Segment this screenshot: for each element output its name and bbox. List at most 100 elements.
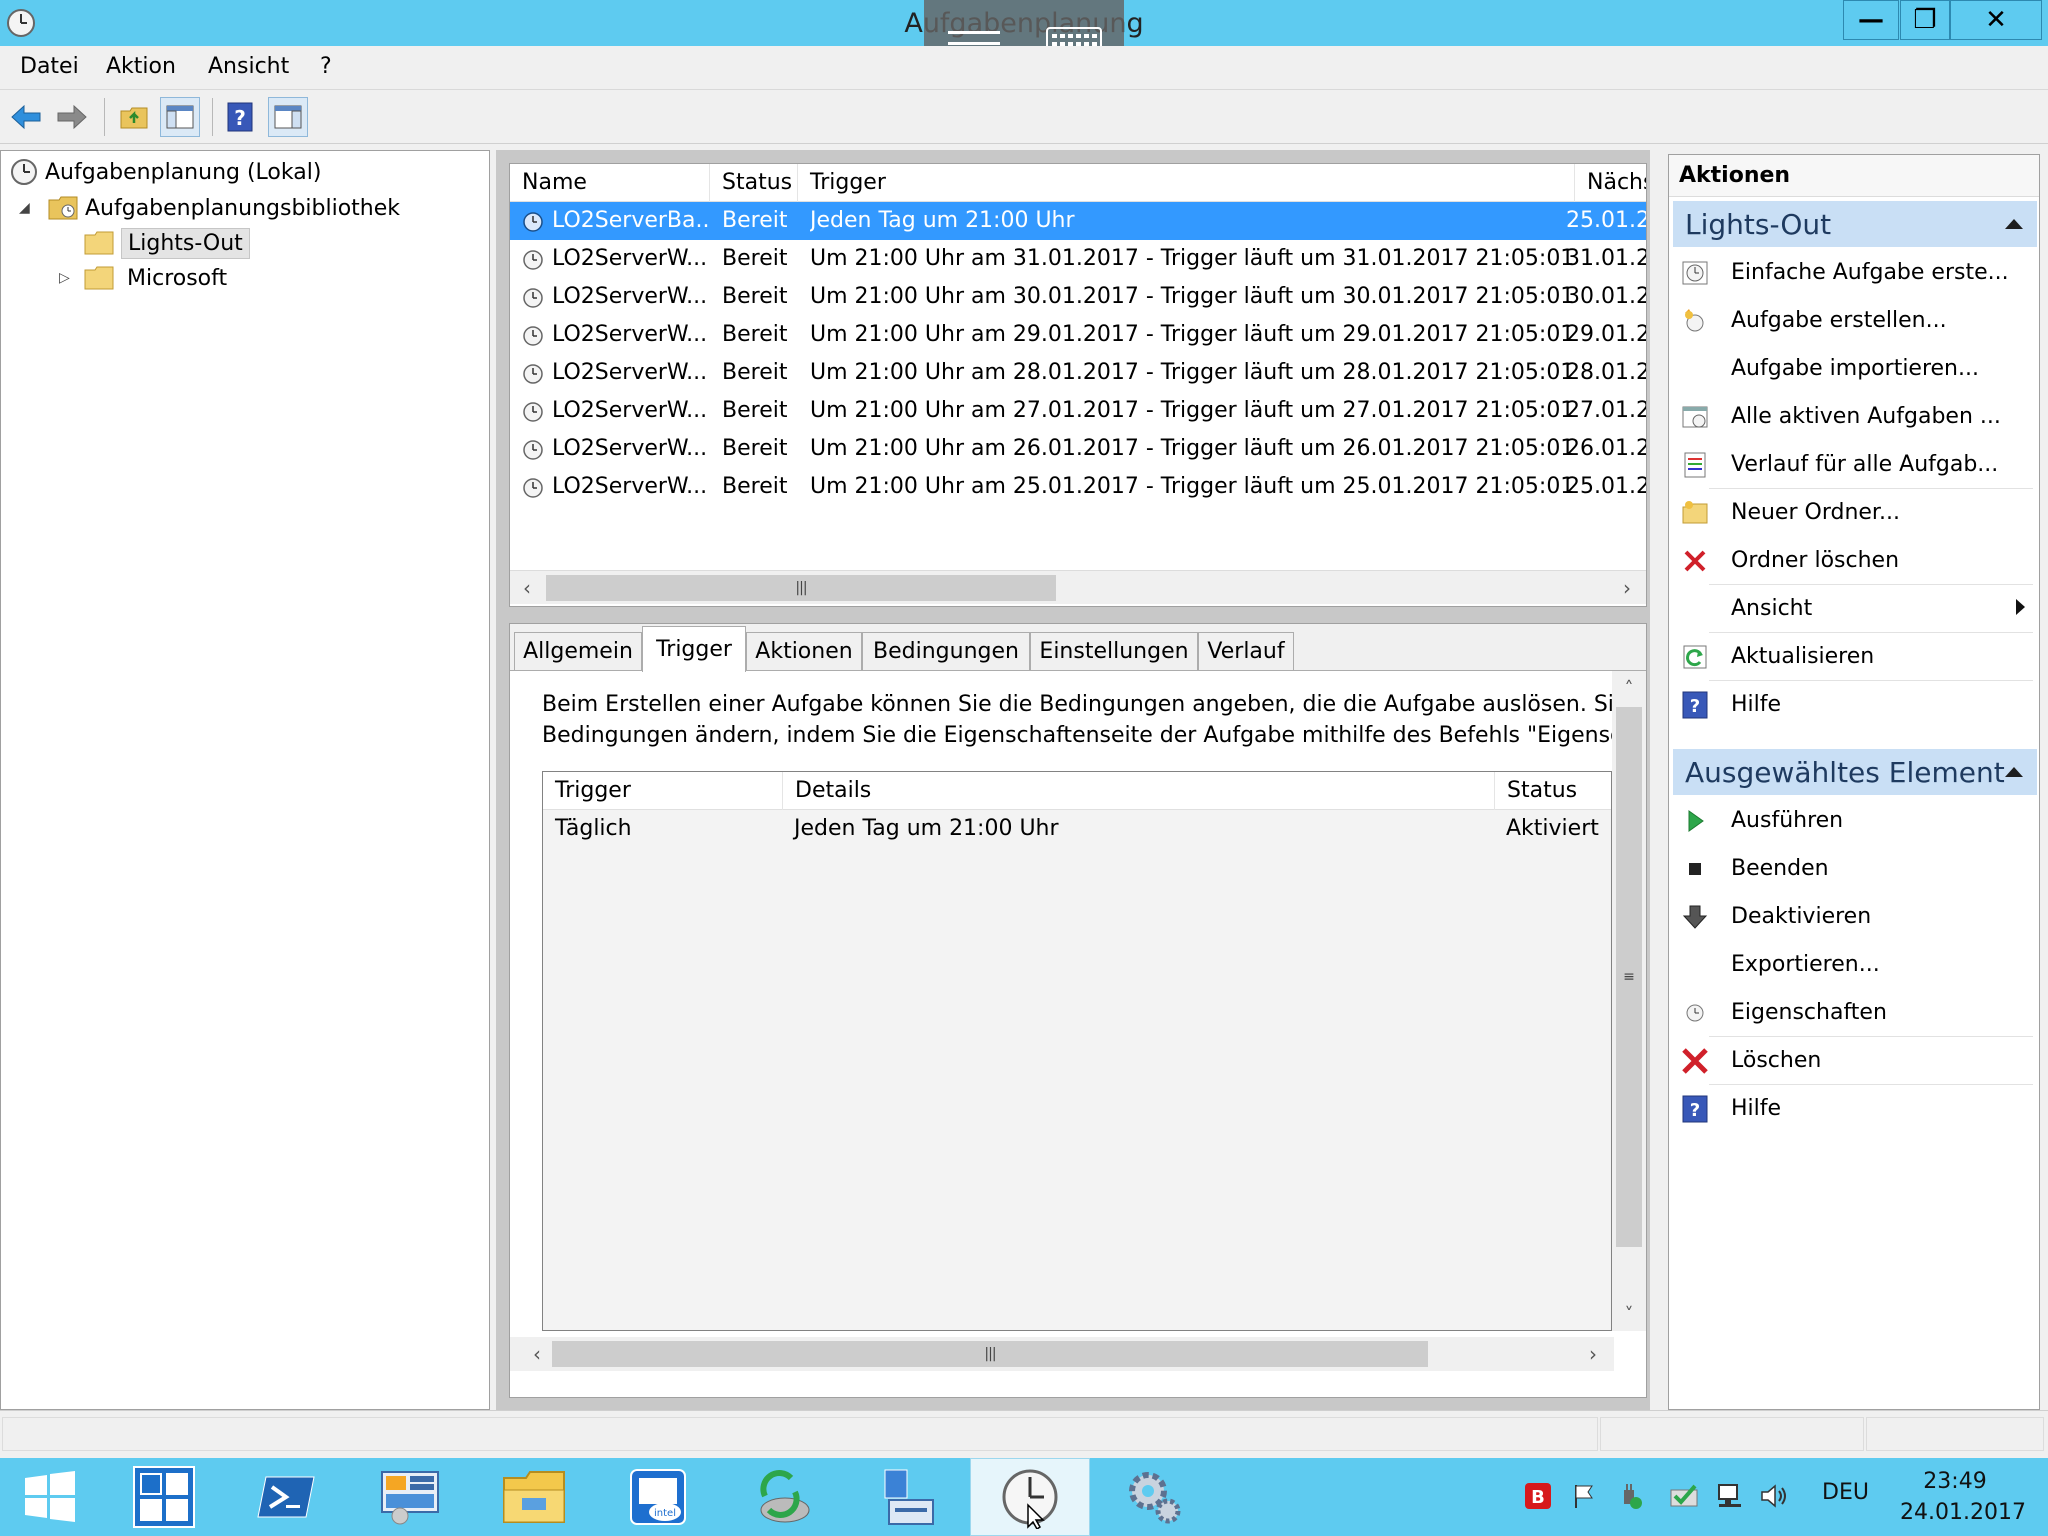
tab-bedingungen[interactable]: Bedingungen	[862, 632, 1030, 670]
scroll-thumb[interactable]: |||	[546, 575, 1056, 601]
column-header-trigger[interactable]: Trigger	[543, 772, 783, 810]
taskbar-clock[interactable]: 23:49 24.01.2017	[1900, 1466, 2026, 1528]
section-selected-element[interactable]: Ausgewähltes Element	[1673, 749, 2037, 795]
maximize-button[interactable]: ❐	[1900, 0, 1950, 40]
taskbar-task-scheduler[interactable]	[970, 1458, 1090, 1536]
menu-datei[interactable]: Datei	[20, 54, 79, 79]
actions-pane: Aktionen Lights-Out Einfache Aufgabe ers…	[1668, 154, 2040, 1410]
task-row[interactable]: LO2ServerW... Bereit Um 21:00 Uhr am 30.01…	[510, 278, 1646, 316]
task-next-run: 25.01.20	[1566, 208, 1646, 233]
tray-network[interactable]	[1714, 1480, 1746, 1512]
up-folder-button[interactable]	[114, 97, 154, 137]
column-header-details[interactable]: Details	[783, 772, 1495, 810]
action-label: Löschen	[1731, 1048, 1822, 1073]
task-row[interactable]: LO2ServerW... Bereit Um 21:00 Uhr am 31.01…	[510, 240, 1646, 278]
action-hilfe[interactable]: ? Hilfe	[1673, 681, 2037, 729]
tray-power[interactable]	[1614, 1480, 1646, 1512]
action-ansicht[interactable]: Ansicht	[1673, 585, 2037, 633]
stop-icon	[1681, 855, 1709, 883]
action-verlauf-für-alle-aufgab[interactable]: Verlauf für alle Aufgab...	[1673, 441, 2037, 489]
tree-item-library[interactable]: ◢ Aufgabenplanungsbibliothek	[19, 191, 406, 225]
section-lights-out[interactable]: Lights-Out	[1673, 201, 2037, 247]
scroll-left-icon[interactable]: ‹	[510, 571, 544, 605]
detail-vscrollbar[interactable]: ˄ ≡ ˅	[1612, 671, 1646, 1331]
detail-hscrollbar[interactable]: ‹ ||| ›	[510, 1337, 1614, 1371]
tab-einstellungen[interactable]: Einstellungen	[1030, 632, 1198, 670]
action-neuer-ordner[interactable]: Neuer Ordner...	[1673, 489, 2037, 537]
action-einfache-aufgabe-erste[interactable]: Einfache Aufgabe erste...	[1673, 249, 2037, 297]
minimize-button[interactable]: —	[1843, 0, 1899, 40]
action-exportieren[interactable]: Exportieren...	[1673, 941, 2037, 989]
action-aufgabe-importieren[interactable]: Aufgabe importieren...	[1673, 345, 2037, 393]
column-header-next-run[interactable]: Nächste	[1575, 164, 1646, 202]
task-list: Name Status Trigger Nächste LO2ServerBa.…	[509, 163, 1647, 607]
taskbar-services[interactable]	[1094, 1458, 1214, 1536]
back-button[interactable]	[6, 97, 46, 137]
taskbar-control-panel[interactable]	[350, 1458, 470, 1536]
action-hilfe[interactable]: ? Hilfe	[1673, 1085, 2037, 1133]
action-ausführen[interactable]: Ausführen	[1673, 797, 2037, 845]
scroll-down-icon[interactable]: ˅	[1612, 1297, 1646, 1331]
action-aktualisieren[interactable]: Aktualisieren	[1673, 633, 2037, 681]
input-language[interactable]: DEU	[1822, 1480, 1869, 1505]
close-button[interactable]: ✕	[1950, 0, 2042, 40]
action-ordner-löschen[interactable]: Ordner löschen	[1673, 537, 2037, 585]
tree-item-root[interactable]: Aufgabenplanung (Lokal)	[9, 155, 327, 189]
scroll-thumb[interactable]: |||	[552, 1341, 1428, 1367]
scroll-up-icon[interactable]: ˄	[1612, 671, 1646, 705]
taskbar-network-app[interactable]	[846, 1458, 966, 1536]
task-next-run: 31.01.20	[1566, 246, 1646, 271]
action-alle-aktiven-aufgaben[interactable]: Alle aktiven Aufgaben ...	[1673, 393, 2037, 441]
tab-trigger[interactable]: Trigger	[642, 626, 746, 672]
tab-verlauf[interactable]: Verlauf	[1198, 632, 1294, 670]
help-toolbar-button[interactable]: ?	[220, 97, 260, 137]
task-row[interactable]: LO2ServerW... Bereit Um 21:00 Uhr am 27.01…	[510, 392, 1646, 430]
taskbar-intel-app[interactable]: intel	[598, 1458, 718, 1536]
taskbar-file-explorer[interactable]	[474, 1458, 594, 1536]
column-header-name[interactable]: Name	[510, 164, 710, 202]
tab-allgemein[interactable]: Allgemein	[514, 632, 642, 670]
scroll-left-icon[interactable]: ‹	[520, 1337, 554, 1371]
tray-antivirus[interactable]: B	[1522, 1480, 1554, 1512]
task-row[interactable]: LO2ServerW... Bereit Um 21:00 Uhr am 26.01…	[510, 430, 1646, 468]
task-row[interactable]: LO2ServerW... Bereit Um 21:00 Uhr am 28.01…	[510, 354, 1646, 392]
action-label: Alle aktiven Aufgaben ...	[1731, 404, 2001, 429]
new-folder-icon	[1681, 499, 1709, 527]
task-row[interactable]: LO2ServerW... Bereit Um 21:00 Uhr am 25.01…	[510, 468, 1646, 506]
tab-aktionen[interactable]: Aktionen	[746, 632, 862, 670]
menu-ansicht[interactable]: Ansicht	[208, 54, 289, 79]
task-row[interactable]: LO2ServerW... Bereit Um 21:00 Uhr am 29.01…	[510, 316, 1646, 354]
show-hide-tree-button[interactable]	[160, 97, 200, 137]
task-list-hscrollbar[interactable]: ‹ ||| ›	[510, 570, 1646, 604]
expand-icon[interactable]: ▷	[59, 270, 83, 286]
menu-aktion[interactable]: Aktion	[106, 54, 176, 79]
scroll-thumb[interactable]: ≡	[1616, 707, 1642, 1247]
tray-update[interactable]	[1668, 1480, 1700, 1512]
column-header-status[interactable]: Status	[1495, 772, 1611, 810]
taskbar-powershell[interactable]	[226, 1458, 346, 1536]
show-hide-action-pane-button[interactable]	[268, 97, 308, 137]
scroll-right-icon[interactable]: ›	[1576, 1337, 1610, 1371]
tray-action-center[interactable]	[1568, 1480, 1600, 1512]
section-title: Lights-Out	[1685, 207, 1832, 241]
action-eigenschaften[interactable]: Eigenschaften	[1673, 989, 2037, 1037]
tree-item-lights-out[interactable]: Lights-Out	[83, 226, 250, 260]
action-label: Einfache Aufgabe erste...	[1731, 260, 2009, 285]
tray-volume[interactable]	[1758, 1480, 1790, 1512]
action-löschen[interactable]: Löschen	[1673, 1037, 2037, 1085]
menu-help[interactable]: ?	[320, 54, 332, 79]
scroll-right-icon[interactable]: ›	[1610, 571, 1644, 605]
action-aufgabe-erstellen[interactable]: Aufgabe erstellen...	[1673, 297, 2037, 345]
task-row[interactable]: LO2ServerBa... Bereit Jeden Tag um 21:00 U…	[510, 202, 1646, 240]
column-header-status[interactable]: Status	[710, 164, 798, 202]
action-beenden[interactable]: Beenden	[1673, 845, 2037, 893]
collapse-icon[interactable]: ◢	[19, 200, 47, 216]
description-line: Beim Erstellen einer Aufgabe können Sie …	[542, 692, 1612, 717]
taskbar-server-manager[interactable]	[104, 1458, 224, 1536]
forward-button[interactable]	[52, 97, 92, 137]
start-button[interactable]	[0, 1458, 100, 1536]
action-deaktivieren[interactable]: Deaktivieren	[1673, 893, 2037, 941]
column-header-trigger[interactable]: Trigger	[798, 164, 1575, 202]
tree-item-microsoft[interactable]: ▷ Microsoft	[59, 261, 233, 295]
taskbar-sync-app[interactable]	[722, 1458, 842, 1536]
